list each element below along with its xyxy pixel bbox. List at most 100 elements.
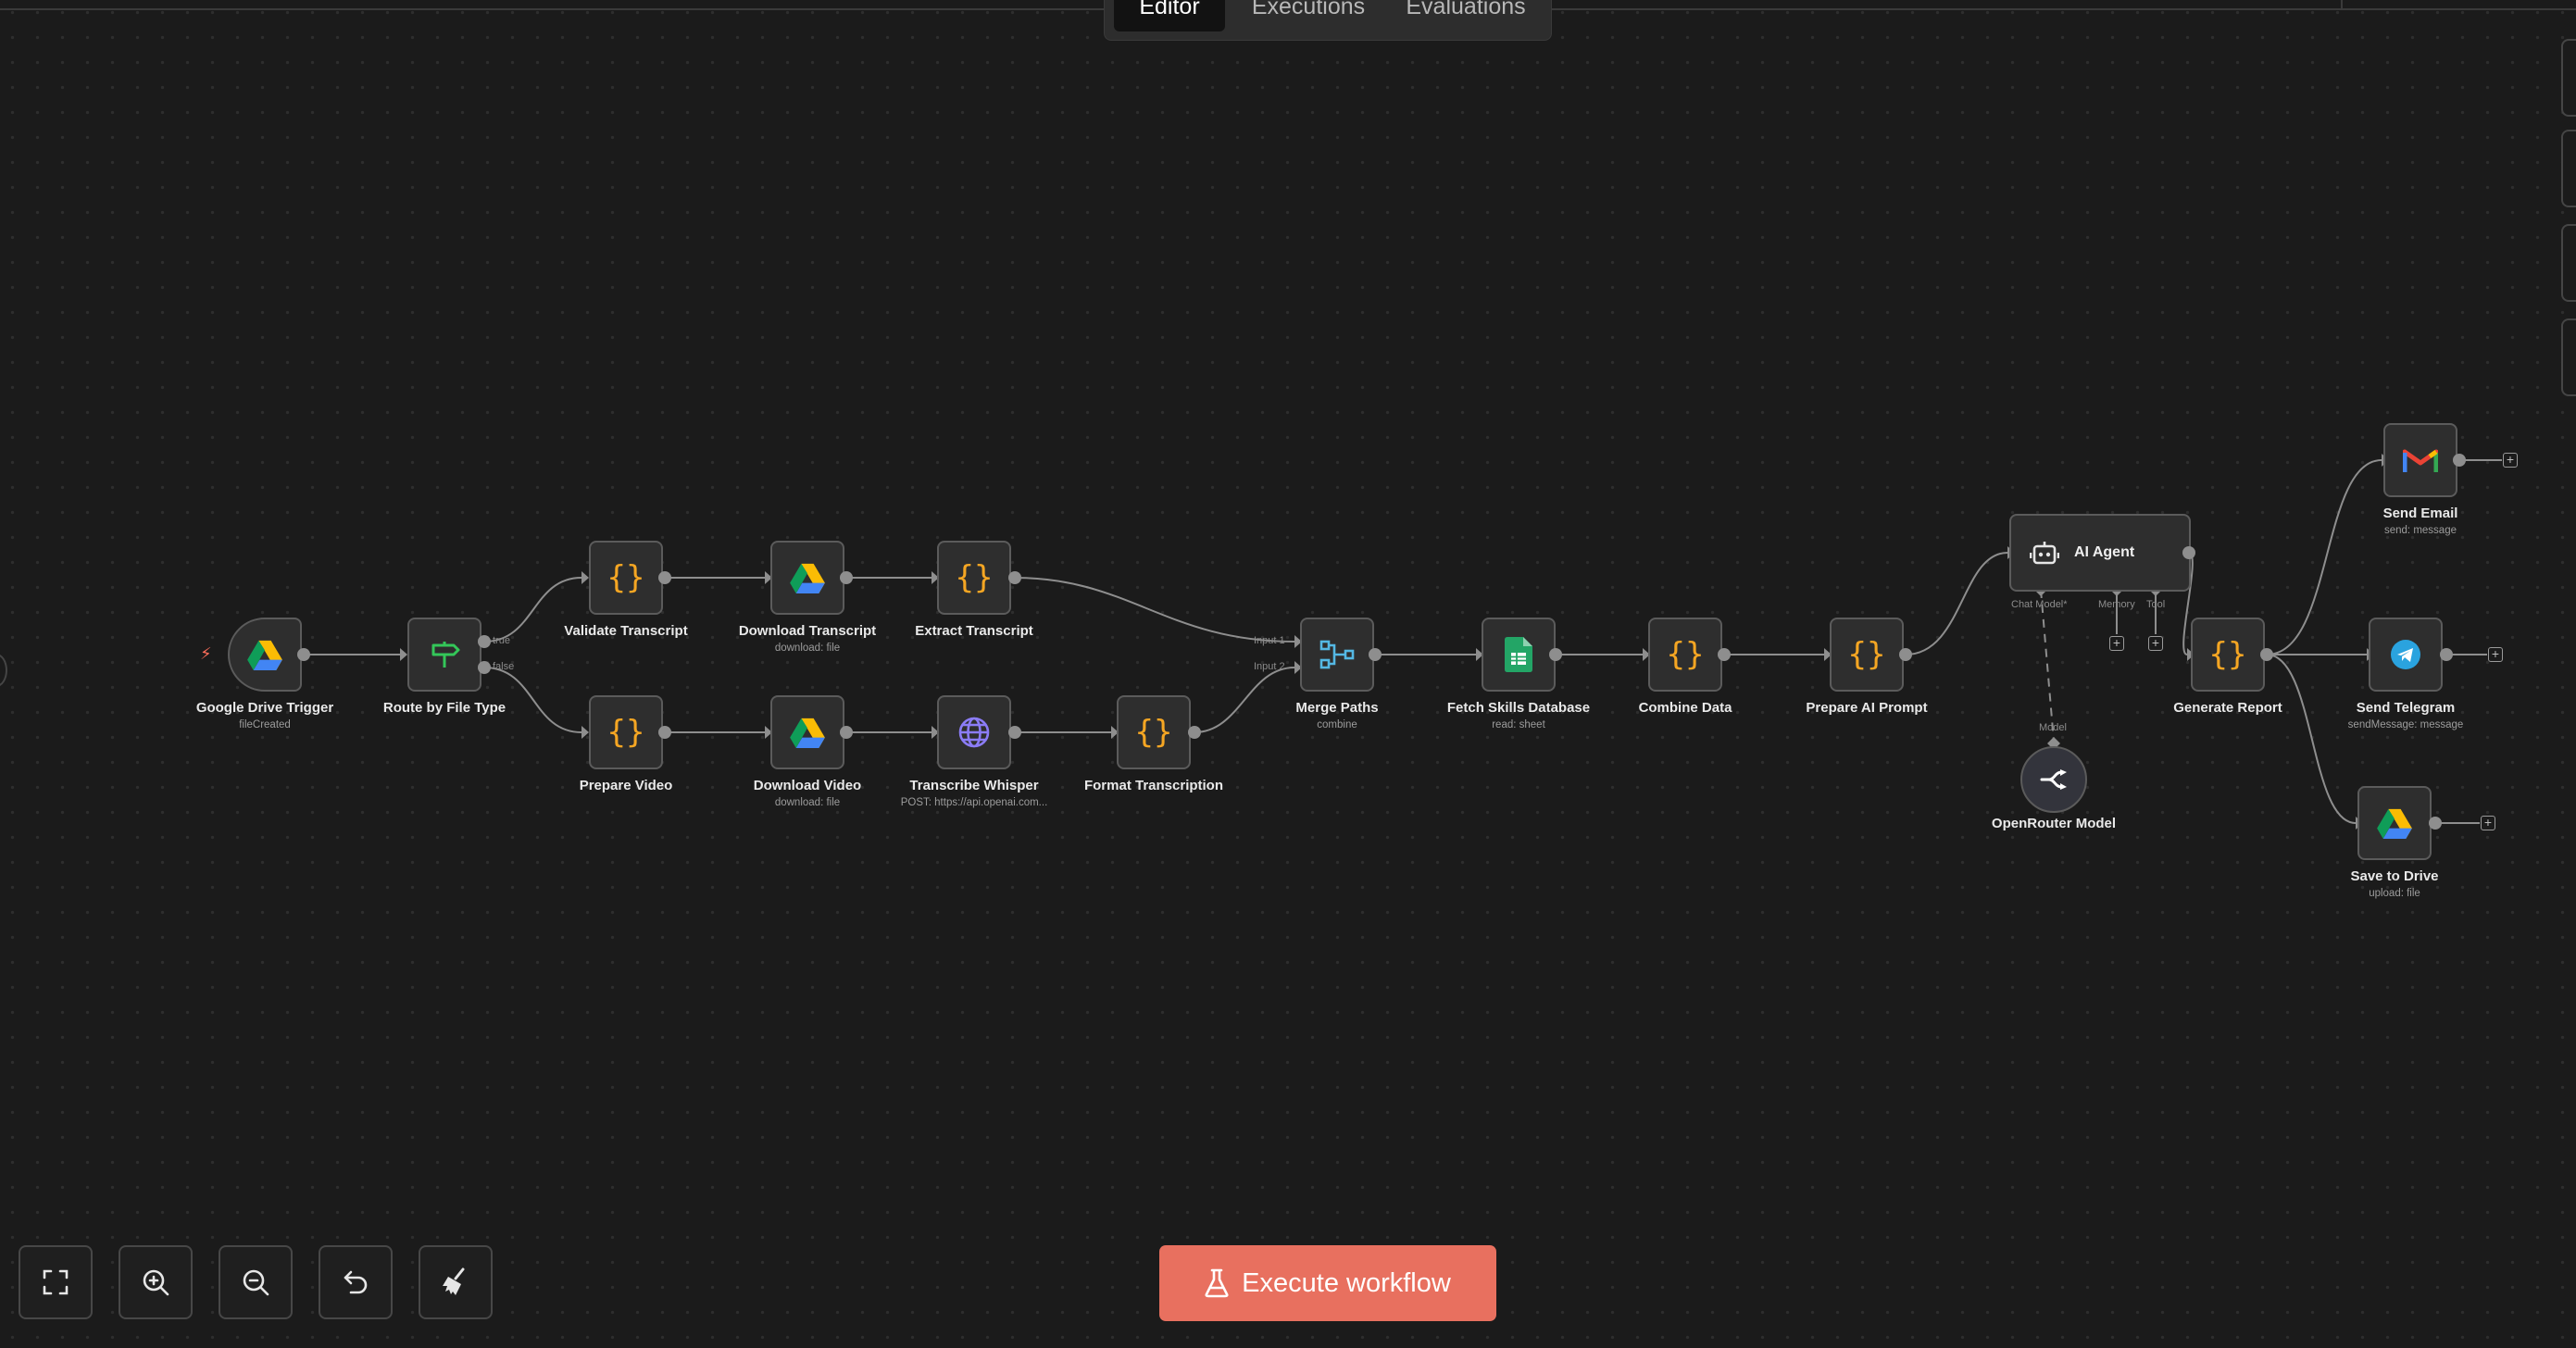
node-combine-data[interactable]: {} [1648,618,1722,692]
node-subtitle: sendMessage: message [2347,719,2464,730]
node-title: Extract Transcript [915,623,1033,639]
output-handle[interactable] [1369,648,1382,661]
output-handle[interactable] [1718,648,1731,661]
port-label-model: Model [2039,722,2067,733]
node-title: Prepare AI Prompt [1806,700,1928,716]
node-merge-paths[interactable] [1300,618,1374,692]
node-download-transcript[interactable] [770,541,844,615]
output-handle[interactable] [658,571,671,584]
node-openrouter-model[interactable] [2020,746,2087,813]
output-handle[interactable] [2453,454,2466,467]
openrouter-icon [2040,769,2067,790]
connection [2266,654,2357,824]
node-extract-transcript[interactable]: {} [937,541,1011,615]
node-download-video[interactable] [770,695,844,769]
node-title: AI Agent [2074,544,2135,560]
robot-icon [2030,542,2059,565]
output-handle[interactable] [658,726,671,739]
output-handle[interactable] [297,648,310,661]
broom-icon [443,1267,465,1295]
code-braces-icon: {} [1666,636,1705,673]
port-label-input-1: Input 1 [1254,635,1285,646]
port-label-tool: Tool [2146,599,2166,610]
port-label-chat-model: Chat Model* [2011,599,2068,610]
node-subtitle: send: message [2384,525,2457,536]
node-subtitle: fileCreated [239,719,291,730]
zoom-in-button[interactable] [119,1245,193,1319]
node-fetch-skills-database[interactable] [1482,618,1556,692]
google-drive-icon [790,718,825,748]
add-node-button[interactable]: + [2488,647,2503,662]
node-generate-report[interactable]: {} [2191,618,2265,692]
node-format-transcription[interactable]: {} [1117,695,1191,769]
node-subtitle: POST: https://api.openai.com... [900,797,1048,808]
node-save-to-drive[interactable] [2357,786,2432,860]
node-subtitle: download: file [774,643,841,654]
trigger-bolt-icon: ⚡ [200,644,212,663]
code-braces-icon: {} [606,714,645,751]
zoom-in-icon [143,1269,169,1296]
port-label-false: false [493,661,515,672]
connections-layer [304,454,2502,830]
output-handle[interactable] [2260,648,2273,661]
code-braces-icon: {} [1847,636,1886,673]
output-handle-true[interactable] [478,635,491,648]
node-prepare-video[interactable]: {} [589,695,663,769]
node-route-by-file-type[interactable] [407,618,481,692]
zoom-out-button[interactable] [219,1245,293,1319]
add-node-button[interactable]: + [2481,816,2495,830]
node-ai-agent[interactable]: AI Agent [2009,514,2191,592]
tidy-up-button[interactable] [419,1245,493,1319]
node-title: OpenRouter Model [1991,816,2117,831]
code-braces-icon: {} [955,559,994,596]
node-title: Route by File Type [382,700,506,716]
node-subtitle: read: sheet [1492,719,1545,730]
output-handle[interactable] [1899,648,1912,661]
add-tool-button[interactable]: + [2148,636,2163,651]
node-validate-transcript[interactable]: {} [589,541,663,615]
output-handle[interactable] [840,726,853,739]
input-arrow [581,571,589,584]
execute-workflow-button[interactable]: Execute workflow [1159,1245,1496,1321]
output-handle[interactable] [2440,648,2453,661]
add-memory-button[interactable]: + [2109,636,2124,651]
node-send-email[interactable] [2383,423,2457,497]
merge-icon [1319,640,1355,669]
workflow-canvas[interactable]: Editor Executions Evaluations ⚡ Google D… [0,0,2576,1348]
connection [1905,552,2008,655]
globe-icon [958,717,990,748]
node-transcribe-whisper[interactable] [937,695,1011,769]
code-braces-icon: {} [2208,636,2247,673]
node-title: Save to Drive [2350,868,2439,884]
connection [2266,459,2382,655]
node-title: Send Email [2382,506,2458,521]
zoom-out-icon [243,1269,269,1296]
port-label-input-2: Input 2 [1254,661,1285,672]
output-handle[interactable] [1549,648,1562,661]
google-sheets-icon [1505,637,1532,672]
fit-view-icon [43,1269,69,1295]
fit-view-button[interactable] [19,1245,93,1319]
output-handle[interactable] [1188,726,1201,739]
output-handle[interactable] [2182,546,2195,559]
google-drive-icon [247,640,282,670]
execute-workflow-label: Execute workflow [1242,1267,1451,1298]
google-drive-icon [790,563,825,593]
google-drive-icon [2377,808,2412,839]
input-arrow [400,648,407,661]
undo-button[interactable] [319,1245,393,1319]
ai-model-connection [2040,589,2055,742]
output-handle[interactable] [840,571,853,584]
node-send-telegram[interactable] [2369,618,2443,692]
node-google-drive-trigger[interactable] [228,618,302,692]
code-braces-icon: {} [606,559,645,596]
add-node-button[interactable]: + [2503,453,2518,468]
output-handle[interactable] [2429,817,2442,830]
output-handle-false[interactable] [478,661,491,674]
output-handle[interactable] [1008,726,1021,739]
input-arrow [581,726,589,739]
signpost-icon [431,642,460,668]
node-prepare-ai-prompt[interactable]: {} [1830,618,1904,692]
output-handle[interactable] [1008,571,1021,584]
flask-icon [1205,1268,1229,1298]
